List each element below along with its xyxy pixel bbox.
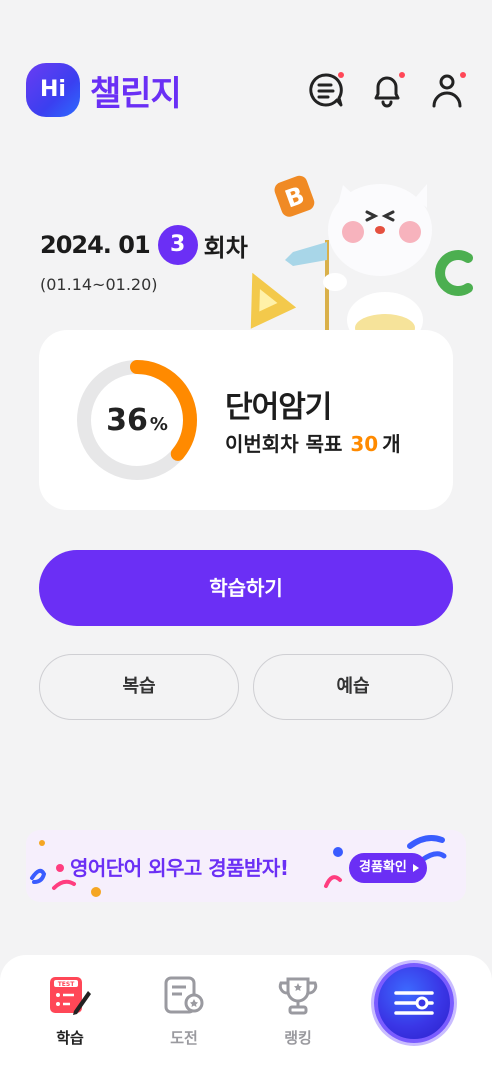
goal-text: 이번회차 목표 30 개 [225,428,401,457]
round-info: 2024. 01 3 회차 [40,225,248,265]
nav-item-study[interactable]: TEST 학습 [30,975,110,1048]
nav-label-challenge: 도전 [170,1029,198,1047]
study-button[interactable]: 학습하기 [39,550,453,626]
round-number-badge: 3 [157,225,198,265]
trophy-icon [278,977,318,1015]
logo-text: 챌린지 [90,74,182,114]
settings-fab[interactable] [374,963,454,1043]
nav-item-ranking[interactable]: 랭킹 [258,975,338,1048]
percent-value: 36 [106,402,148,438]
bell-icon[interactable] [367,70,407,110]
notification-dot [399,72,405,78]
prize-check-button[interactable]: 경품확인 [349,853,427,883]
bottom-nav: TEST 학습 도전 랭킹 [0,955,492,1066]
play-arrow-icon [413,864,419,872]
round-date-range: (01.14~01.20) [40,275,158,294]
progress-percent: 36 % [77,360,197,480]
card-title: 단어암기 [225,390,332,425]
goal-unit: 개 [382,432,401,456]
header: Hi 챌린지 [0,0,492,130]
round-date: 2024. 01 [40,231,151,259]
svg-text:TEST: TEST [58,981,76,988]
progress-card[interactable]: 36 % 단어암기 이번회차 목표 30 개 [39,330,453,510]
settings-sliders-icon [394,991,434,1015]
nav-item-challenge[interactable]: 도전 [144,975,224,1048]
logo-badge: Hi [26,63,80,117]
test-icon: TEST [50,977,91,1015]
preview-button[interactable]: 예습 [253,654,453,720]
user-icon[interactable] [428,70,468,110]
nav-label-ranking: 랭킹 [284,1029,312,1047]
goal-count: 30 [350,432,379,456]
nav-label-study: 학습 [56,1029,84,1047]
percent-sign: % [149,413,168,435]
chat-list-icon[interactable] [306,70,346,110]
notification-dot [338,72,344,78]
review-button[interactable]: 복습 [39,654,239,720]
notification-dot [460,72,466,78]
prize-banner[interactable]: 영어단어 외우고 경품받자! 경품확인 [26,830,466,902]
goal-prefix: 이번회차 목표 [225,432,343,456]
certificate-icon [164,976,204,1014]
banner-text: 영어단어 외우고 경품받자! [70,856,289,880]
prize-check-label: 경품확인 [359,860,407,875]
